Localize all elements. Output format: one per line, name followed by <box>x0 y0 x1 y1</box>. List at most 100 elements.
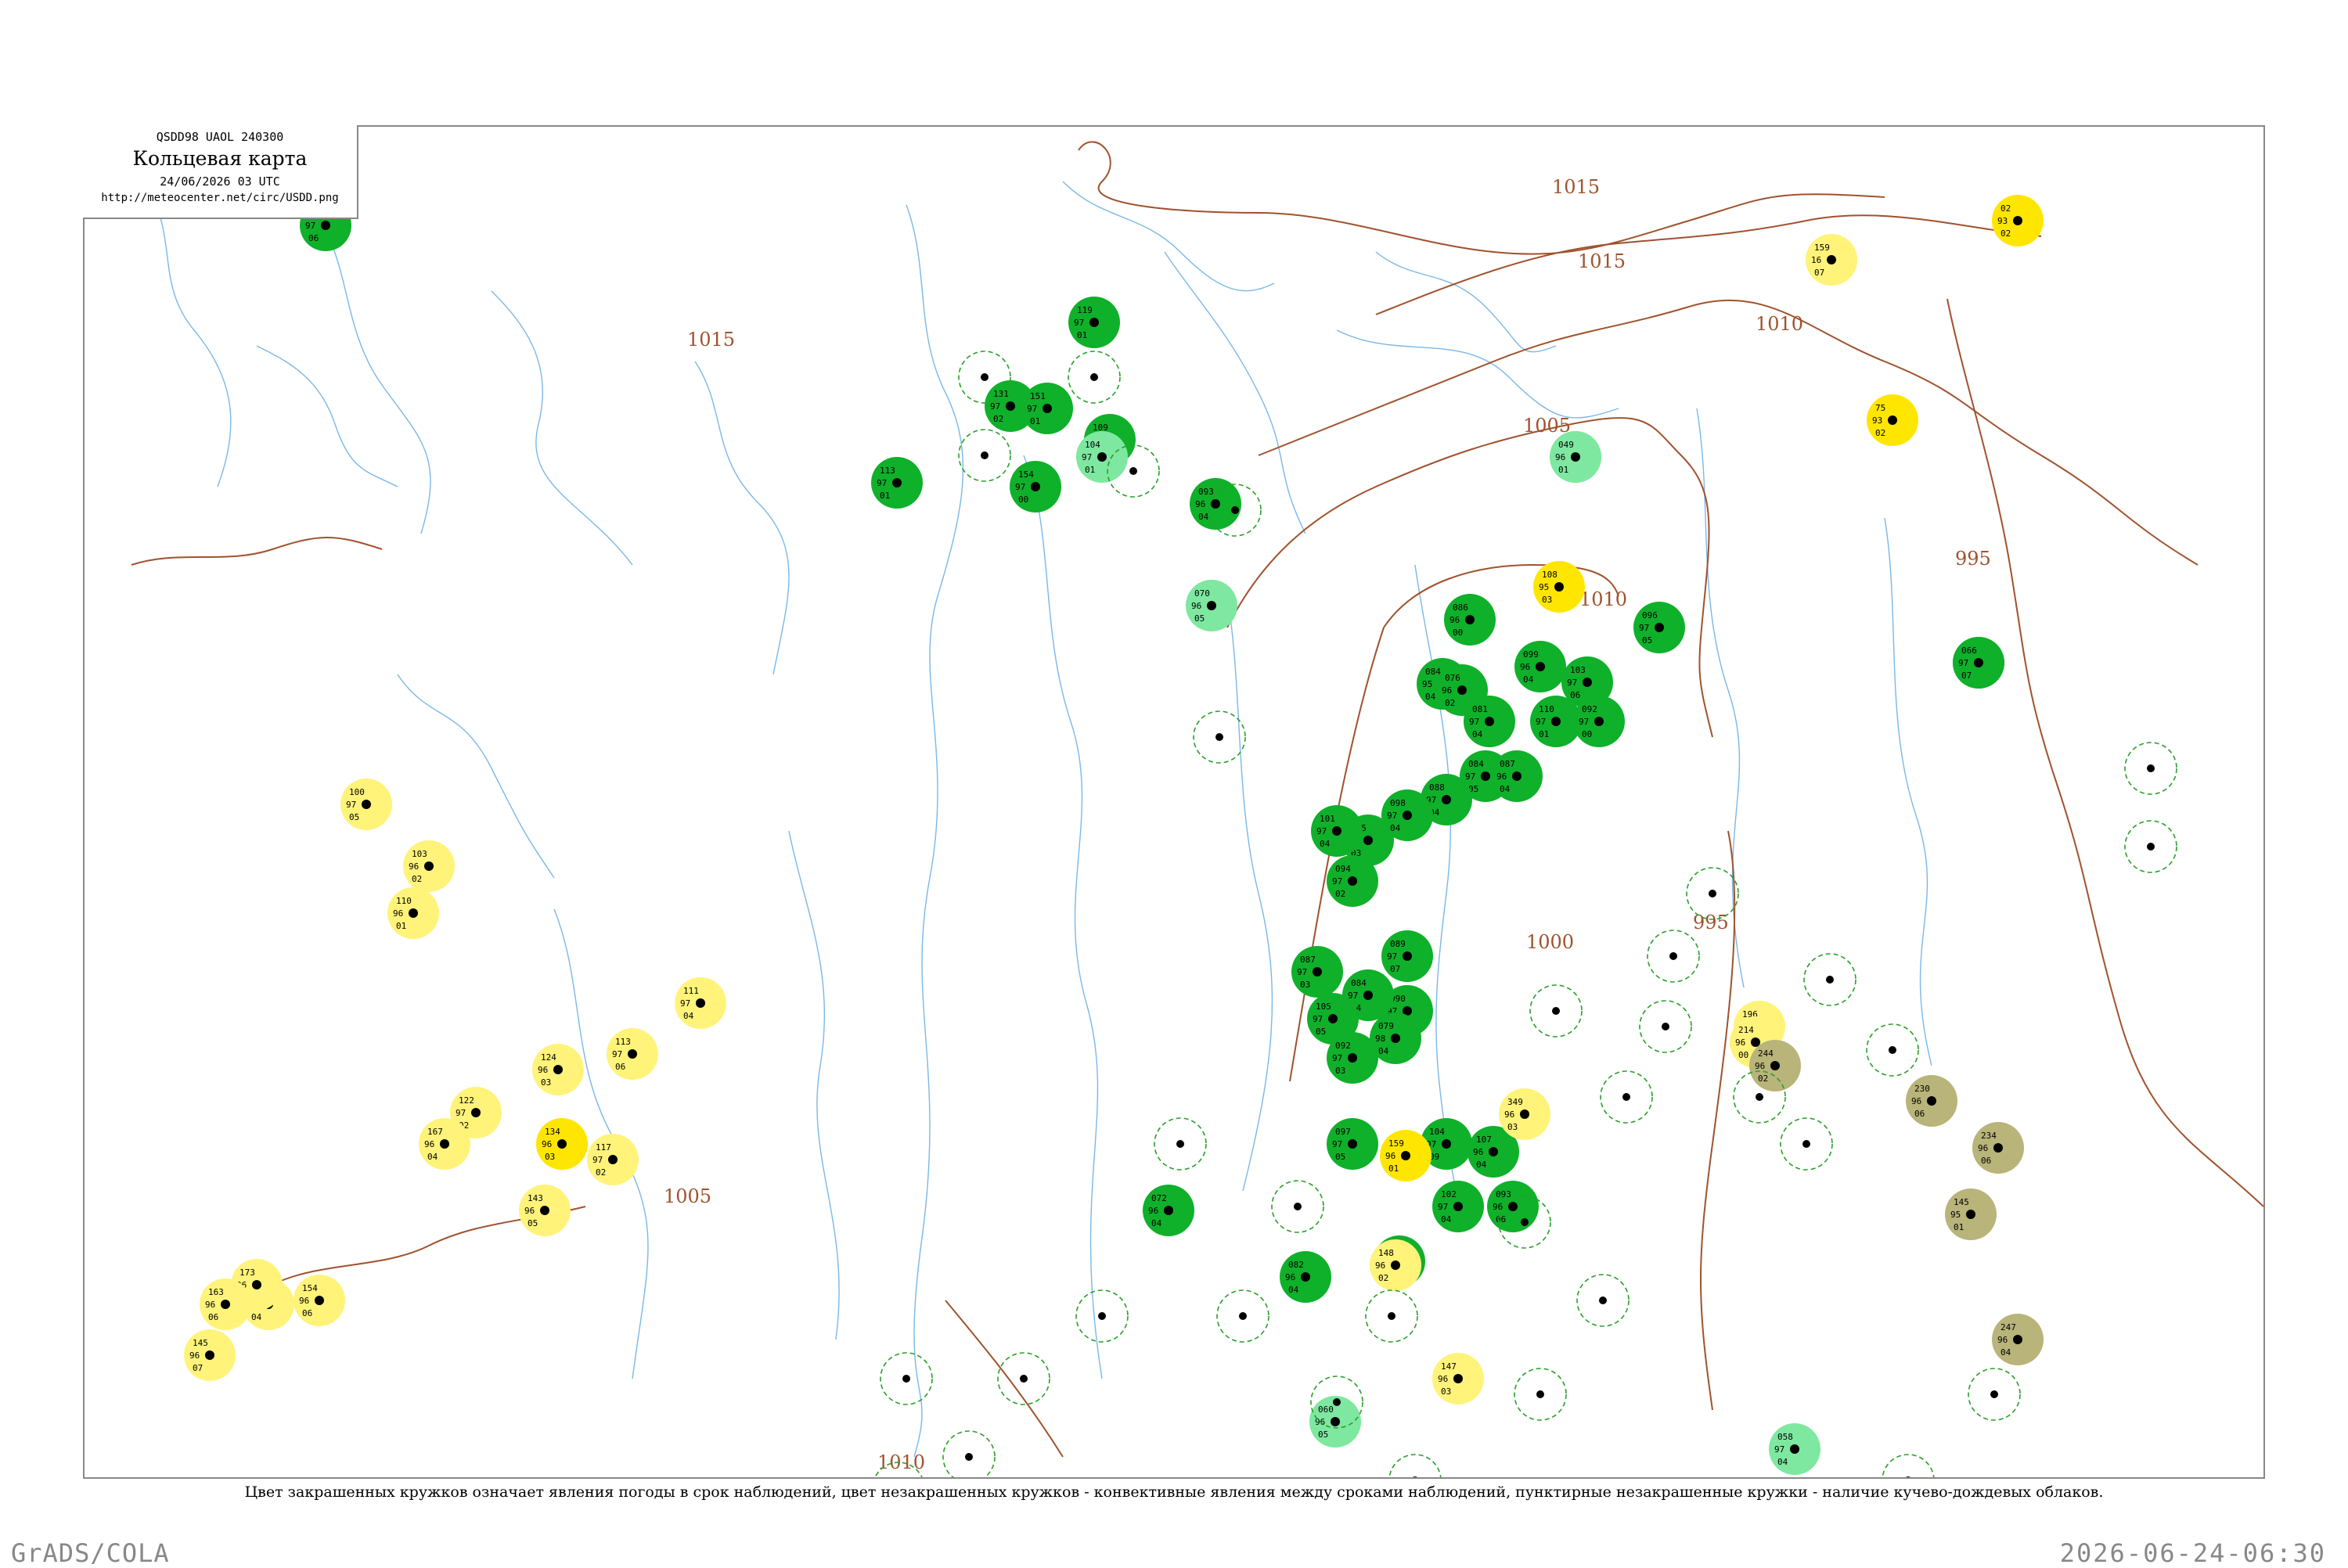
station-marker[interactable]: 108 95 03 <box>1533 561 1585 613</box>
station-dewpoint: 04 <box>1425 692 1436 702</box>
station-marker[interactable]: 234 96 06 <box>1972 1122 2024 1174</box>
station-marker[interactable]: 066 97 07 <box>1953 637 2004 689</box>
cb-cloud-ring <box>1639 1000 1692 1053</box>
station-marker[interactable]: 101 97 04 <box>1311 805 1363 857</box>
station-dot <box>1594 717 1604 726</box>
station-dewpoint: 02 <box>1335 889 1345 899</box>
station-marker[interactable]: 102 97 04 <box>1432 1181 1484 1232</box>
footer-software-label: GrADS/COLA <box>11 1538 170 1568</box>
station-marker[interactable]: 247 96 04 <box>1992 1314 2044 1365</box>
station-dot <box>409 908 418 918</box>
station-marker[interactable]: 111 97 04 <box>675 977 726 1029</box>
station-pressure: 97 <box>346 800 356 810</box>
station-marker[interactable]: 159 16 07 <box>1806 234 1857 286</box>
station-marker[interactable]: 154 96 06 <box>294 1275 345 1326</box>
station-marker[interactable]: 093 96 04 <box>1190 478 1241 530</box>
station-marker[interactable]: 113 97 06 <box>607 1028 658 1080</box>
station-marker[interactable]: 110 96 01 <box>387 887 439 939</box>
station-dot <box>1512 771 1522 781</box>
station-marker[interactable]: 086 96 00 <box>1444 594 1496 646</box>
station-marker[interactable]: 098 97 04 <box>1381 789 1433 841</box>
station-marker[interactable]: 02 93 02 <box>1992 195 2044 246</box>
station-dewpoint: 01 <box>1077 330 1087 340</box>
station-temp: 082 <box>1288 1260 1304 1270</box>
station-pressure: 97 <box>1015 482 1025 492</box>
isobar-line <box>1258 299 2199 566</box>
station-pressure: 96 <box>1473 1147 1483 1157</box>
station-marker[interactable]: 049 96 01 <box>1550 431 1601 483</box>
map-source-url[interactable]: http://meteocenter.net/circ/USDD.png <box>83 192 357 204</box>
station-dewpoint: 06 <box>1496 1214 1506 1225</box>
station-pressure: 96 <box>1438 1374 1448 1384</box>
station-marker[interactable]: 117 97 02 <box>587 1134 639 1185</box>
station-marker[interactable]: 087 97 03 <box>1291 946 1343 998</box>
station-marker[interactable]: 143 96 05 <box>519 1185 571 1236</box>
station-dewpoint: 04 <box>1441 1214 1452 1225</box>
station-pressure: 98 <box>1375 1034 1385 1044</box>
station-marker[interactable]: 099 96 04 <box>1514 641 1566 692</box>
station-marker[interactable]: 75 93 02 <box>1867 394 1918 446</box>
station-marker[interactable]: 148 96 02 <box>1370 1239 1421 1291</box>
station-pressure: 97 <box>1469 717 1479 727</box>
river-line <box>788 830 840 1340</box>
station-dot <box>1927 1096 1936 1106</box>
station-dewpoint: 07 <box>1390 964 1400 974</box>
station-marker[interactable]: 124 96 03 <box>532 1044 584 1095</box>
cb-cloud-ring <box>1882 1454 1935 1477</box>
station-marker[interactable]: 159 96 01 <box>1380 1130 1431 1181</box>
station-marker[interactable]: 230 96 06 <box>1906 1075 1957 1127</box>
station-dewpoint: 05 <box>1335 1152 1345 1162</box>
station-marker[interactable]: 151 97 01 <box>1021 383 1073 434</box>
station-dewpoint: 01 <box>1388 1163 1399 1174</box>
station-pressure: 96 <box>189 1350 200 1361</box>
station-dewpoint: 01 <box>880 491 890 501</box>
map-title: Кольцевая карта <box>132 147 308 170</box>
station-marker[interactable]: 097 97 05 <box>1327 1118 1378 1170</box>
station-marker[interactable]: 092 97 00 <box>1573 696 1625 747</box>
station-marker[interactable]: 145 95 01 <box>1945 1189 1997 1240</box>
station-marker[interactable]: 096 97 05 <box>1633 602 1685 653</box>
station-marker[interactable]: 089 97 07 <box>1381 930 1433 982</box>
legend-note: Цвет закрашенных кружков означает явлени… <box>244 1483 2104 1501</box>
station-marker[interactable]: 081 97 04 <box>1464 696 1515 747</box>
station-marker[interactable]: 087 96 04 <box>1491 750 1543 802</box>
station-marker[interactable]: 167 96 04 <box>419 1118 470 1170</box>
isobar-label: 995 <box>1955 548 1991 570</box>
station-marker[interactable]: 082 96 04 <box>1280 1251 1331 1303</box>
station-marker[interactable]: 113 97 01 <box>871 457 923 509</box>
station-dot <box>553 1065 563 1074</box>
station-temp: 098 <box>1390 798 1406 808</box>
station-marker[interactable]: 154 97 00 <box>1010 461 1061 512</box>
station-temp: 089 <box>1390 939 1406 949</box>
station-marker[interactable]: 072 96 04 <box>1143 1185 1194 1236</box>
station-marker[interactable]: 145 96 07 <box>184 1329 236 1381</box>
station-marker[interactable]: 163 96 06 <box>200 1278 251 1330</box>
weather-map[interactable]: 1015101510101005101010009959951010101510… <box>85 127 2263 1477</box>
station-pressure: 97 <box>1316 826 1327 836</box>
station-marker[interactable]: 103 96 02 <box>403 840 455 892</box>
station-temp: 086 <box>1453 602 1468 613</box>
station-dot <box>696 998 705 1008</box>
cb-cloud-ring <box>1647 930 1700 983</box>
station-pressure: 96 <box>538 1065 548 1075</box>
station-marker[interactable]: 119 97 01 <box>1068 297 1120 348</box>
station-marker[interactable]: 104 97 01 <box>1076 431 1128 483</box>
station-marker[interactable]: 134 96 03 <box>536 1118 588 1170</box>
station-marker[interactable]: 244 96 02 <box>1749 1040 1801 1091</box>
station-pressure: 96 <box>424 1139 434 1149</box>
station-marker[interactable]: 058 97 04 <box>1769 1423 1820 1475</box>
station-marker[interactable]: 349 96 03 <box>1499 1088 1550 1140</box>
station-pressure: 97 <box>1297 967 1307 977</box>
station-temp: 349 <box>1507 1097 1523 1107</box>
isobar-label: 1015 <box>687 329 735 351</box>
station-marker[interactable]: 100 97 05 <box>340 779 392 830</box>
station-marker[interactable]: 094 97 02 <box>1327 855 1378 907</box>
station-marker[interactable]: 147 96 03 <box>1432 1353 1484 1404</box>
station-pressure: 97 <box>1958 658 1968 668</box>
station-marker[interactable]: 079 98 04 <box>1370 1012 1421 1064</box>
station-marker[interactable]: 070 96 05 <box>1186 580 1237 631</box>
station-marker[interactable]: 093 96 06 <box>1487 1181 1539 1232</box>
cb-cloud-ring <box>1365 1289 1418 1343</box>
stations-layer: 1219706113970113197021199701109960015197… <box>184 195 2177 1477</box>
station-dot <box>557 1139 567 1149</box>
